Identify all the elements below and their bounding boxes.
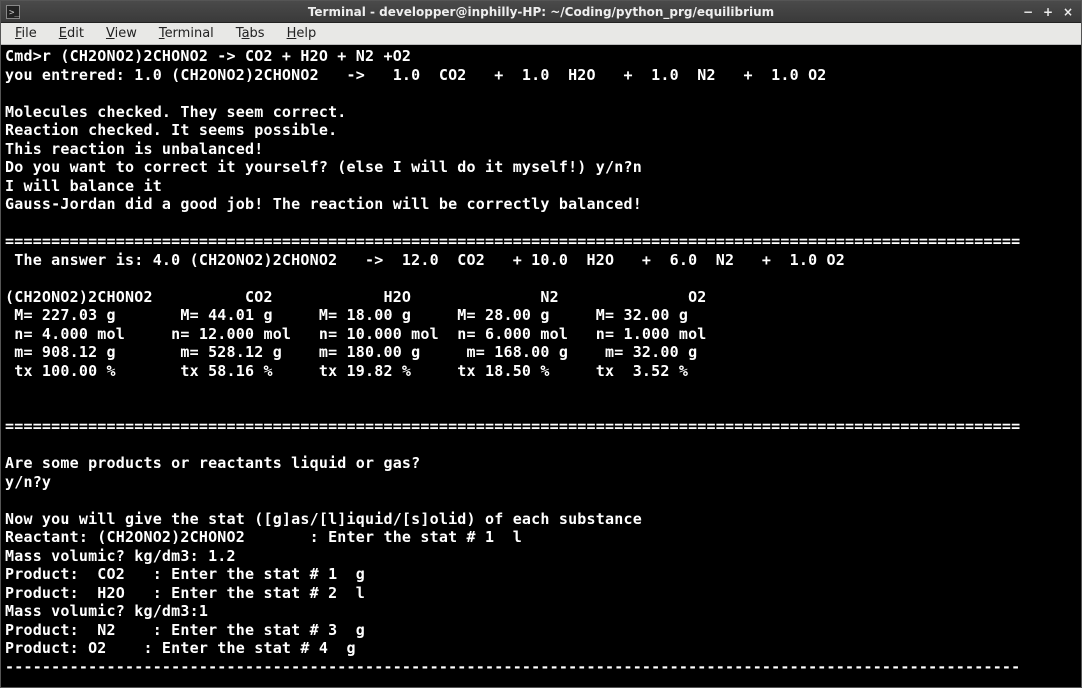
terminal-icon: >_ [5, 4, 21, 20]
term-line: n= 4.000 mol n= 12.000 mol n= 10.000 mol… [5, 325, 707, 343]
term-line: Product: CO2 : Enter the stat # 1 g [5, 565, 365, 583]
term-line: Reactant: (CH2ONO2)2CHONO2 : Enter the s… [5, 528, 522, 546]
menu-terminal[interactable]: Terminal [149, 24, 224, 43]
term-line: Are some products or reactants liquid or… [5, 454, 420, 472]
term-line: Product: N2 : Enter the stat # 3 g [5, 621, 365, 639]
term-line: The answer is: 4.0 (CH2ONO2)2CHONO2 -> 1… [5, 251, 845, 269]
term-line: Mass volumic? kg/dm3: 1.2 [5, 547, 236, 565]
close-button[interactable]: × [1061, 5, 1075, 19]
term-line: M= 227.03 g M= 44.01 g M= 18.00 g M= 28.… [5, 306, 688, 324]
term-line: ========================================… [5, 232, 1020, 250]
svg-text:>_: >_ [9, 8, 20, 18]
term-line: Gauss-Jordan did a good job! The reactio… [5, 195, 642, 213]
term-line: (CH2ONO2)2CHONO2 CO2 H2O N2 O2 [5, 288, 707, 306]
terminal-output[interactable]: Cmd>r (CH2ONO2)2CHONO2 -> CO2 + H2O + N2… [1, 45, 1081, 687]
window-title: Terminal - developper@inphilly-HP: ~/Cod… [1, 5, 1081, 19]
term-line: ----------------------------------------… [5, 658, 1020, 676]
term-line: Do you want to correct it yourself? (els… [5, 158, 642, 176]
menu-file[interactable]: File [5, 24, 47, 43]
menu-tabs[interactable]: Tabs [226, 24, 275, 43]
term-line: y/n?y [5, 473, 51, 491]
terminal-window: >_ Terminal - developper@inphilly-HP: ~/… [0, 0, 1082, 688]
menubar: File Edit View Terminal Tabs Help [1, 23, 1081, 45]
term-line: Product: O2 : Enter the stat # 4 g [5, 639, 356, 657]
term-line: ========================================… [5, 417, 1020, 435]
term-line: Molecules checked. They seem correct. [5, 103, 347, 121]
window-controls: − + × [1021, 5, 1081, 19]
menu-view[interactable]: View [96, 24, 147, 43]
term-line: you entrered: 1.0 (CH2ONO2)2CHONO2 -> 1.… [5, 66, 827, 84]
term-line: m= 908.12 g m= 528.12 g m= 180.00 g m= 1… [5, 343, 697, 361]
maximize-button[interactable]: + [1041, 5, 1055, 19]
menu-edit[interactable]: Edit [49, 24, 94, 43]
titlebar[interactable]: >_ Terminal - developper@inphilly-HP: ~/… [1, 1, 1081, 23]
term-line: Reaction checked. It seems possible. [5, 121, 337, 139]
term-line: I will balance it [5, 177, 162, 195]
term-line: Product: H2O : Enter the stat # 2 l [5, 584, 365, 602]
term-line: Mass volumic? kg/dm3:1 [5, 602, 208, 620]
menu-help[interactable]: Help [277, 24, 327, 43]
term-line: tx 100.00 % tx 58.16 % tx 19.82 % tx 18.… [5, 362, 688, 380]
term-line: Now you will give the stat ([g]as/[l]iqu… [5, 510, 642, 528]
minimize-button[interactable]: − [1021, 5, 1035, 19]
term-line: Cmd>r (CH2ONO2)2CHONO2 -> CO2 + H2O + N2… [5, 47, 411, 65]
term-line: This reaction is unbalanced! [5, 140, 263, 158]
